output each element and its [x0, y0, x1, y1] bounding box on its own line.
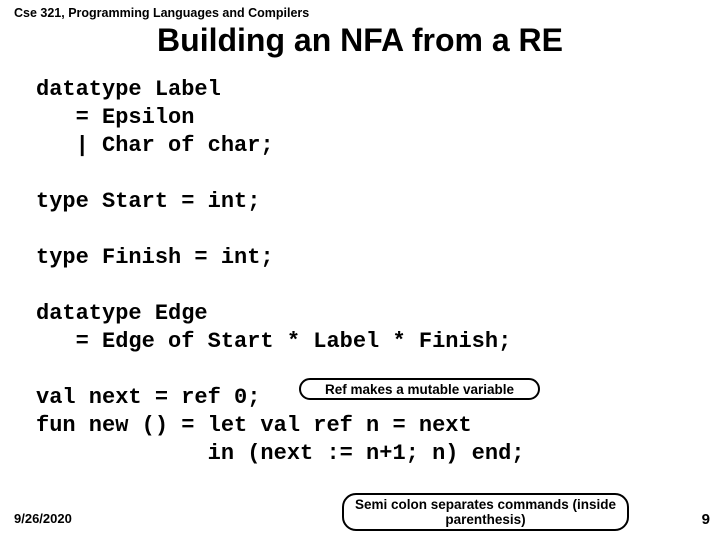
slide-title: Building an NFA from a RE [0, 22, 720, 59]
page-number: 9 [702, 511, 710, 528]
slide: Cse 321, Programming Languages and Compi… [0, 0, 720, 540]
callout-ref-mutable: Ref makes a mutable variable [299, 378, 540, 400]
slide-date: 9/26/2020 [14, 511, 72, 526]
code-block: datatype Label = Epsilon | Char of char;… [36, 76, 524, 468]
course-header: Cse 321, Programming Languages and Compi… [14, 6, 309, 20]
callout-semicolon: Semi colon separates commands (inside pa… [342, 493, 629, 531]
